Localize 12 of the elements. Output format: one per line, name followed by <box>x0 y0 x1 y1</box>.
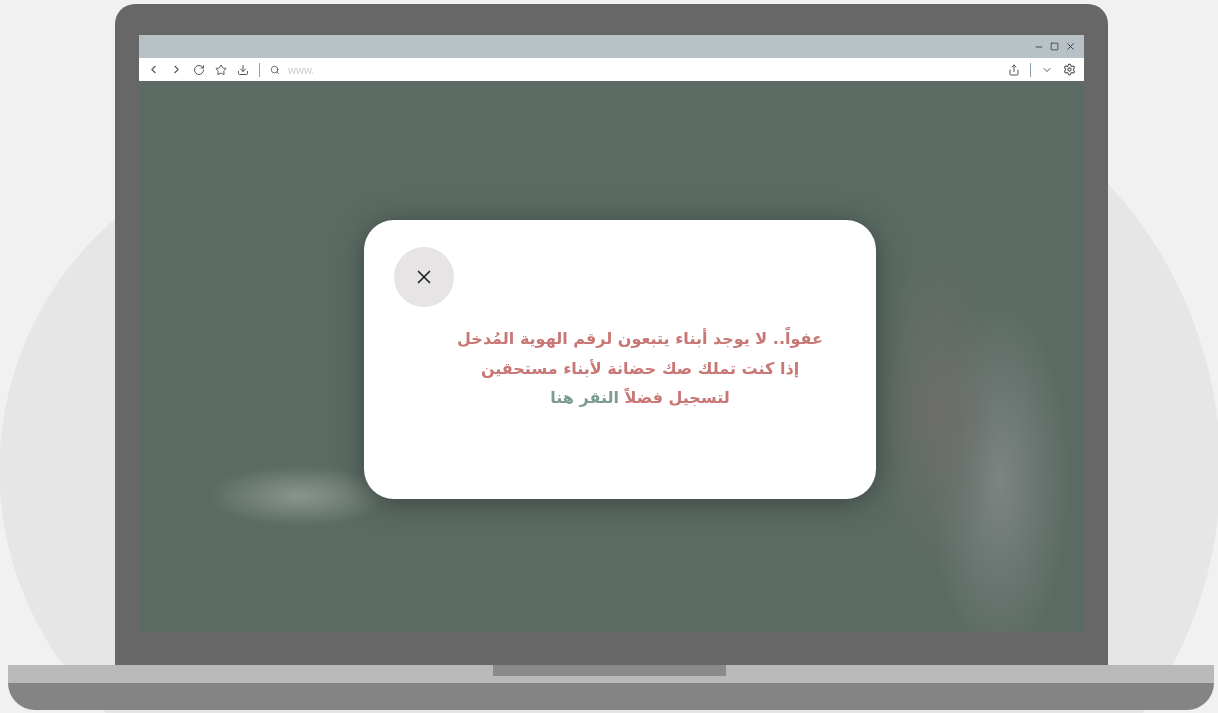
click-here-link[interactable]: النقر هنا <box>550 388 619 407</box>
maximize-icon[interactable] <box>1050 42 1059 51</box>
message-text: إذا كنت تملك صك حضانة لأبناء مستحقين <box>480 357 800 380</box>
close-icon[interactable] <box>1065 41 1076 52</box>
search-icon[interactable] <box>270 64 280 75</box>
message-text: عفواً.. لا يوجد أبناء يتبعون لرقم الهوية المُدخل <box>457 326 823 350</box>
settings-icon[interactable] <box>1063 63 1076 76</box>
reload-icon[interactable] <box>193 63 205 76</box>
register-text: لتسجيل فضلاً النقر هنا <box>550 387 730 409</box>
share-icon[interactable] <box>1008 63 1020 76</box>
star-icon[interactable] <box>215 63 227 76</box>
download-icon[interactable] <box>237 63 249 76</box>
